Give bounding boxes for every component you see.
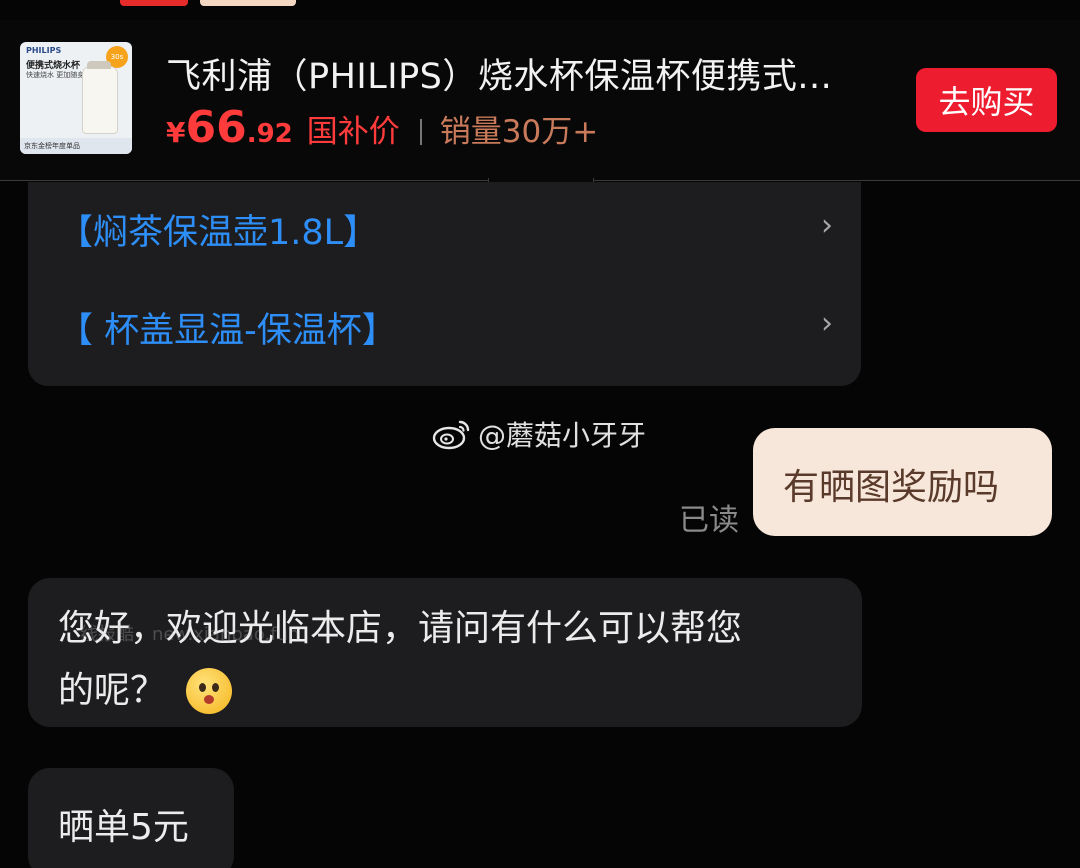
chat-screen: PHILIPS 便携式烧水杯 快速烧水 更加随身 30s 京东金榜年度单品 飞利… [0,0,1080,868]
divider [419,119,422,145]
agent-message-line-2-row: 的呢？ [58,660,834,722]
weibo-icon [432,420,470,450]
agent-message-bubble[interactable]: 晒单5元 [28,768,234,868]
thumbnail-brand: PHILIPS [26,46,62,55]
product-title[interactable]: 飞利浦（PHILIPS）烧水杯保温杯便携式... [166,48,896,99]
price-integer: 66 [185,102,247,153]
buy-button[interactable]: 去购买 [916,68,1057,132]
menu-item-label: 【焖茶保温壶1.8L】 [58,213,379,253]
product-card[interactable]: PHILIPS 便携式烧水杯 快速烧水 更加随身 30s 京东金榜年度单品 飞利… [0,20,1080,181]
agent-message-bubble[interactable]: 您好，欢迎光临本店，请问有什么可以帮您 的呢？ [28,578,862,727]
thumbnail-footer: 京东金榜年度单品 [20,138,132,154]
read-status: 已读 [679,503,739,538]
kettle-cup-image [82,61,118,134]
currency-symbol: ¥ [166,116,186,149]
price-row: ¥ 66 .92 国补价 销量30万+ [166,102,599,153]
top-tag-red [120,0,188,6]
user-message-bubble[interactable]: 有晒图奖励吗 [753,428,1052,536]
chevron-right-icon: › [821,306,833,341]
weibo-watermark: @蘑菇小牙牙 [432,414,646,454]
smile-emoji-icon [186,668,233,714]
menu-item-tea-pot[interactable]: 【焖茶保温壶1.8L】 › [58,196,833,256]
sales-count: 销量30万+ [439,114,599,150]
quick-menu-card: 【焖茶保温壶1.8L】 › 【 杯盖显温-保温杯】 › [28,182,861,386]
chevron-right-icon: › [821,208,833,243]
subsidy-label: 国补价 [306,114,400,150]
product-thumbnail[interactable]: PHILIPS 便携式烧水杯 快速烧水 更加随身 30s 京东金榜年度单品 [20,42,132,154]
top-tag-peach [200,0,296,6]
agent-message-line-2: 的呢？ [58,670,167,711]
faint-watermark: 线报酷，new.xianbao.fun [80,624,300,645]
thumbnail-subline: 快速烧水 更加随身 [26,71,85,79]
menu-item-label: 【 杯盖显温-保温杯】 [58,311,397,351]
menu-item-temp-cup[interactable]: 【 杯盖显温-保温杯】 › [58,294,833,354]
watermark-text: @蘑菇小牙牙 [478,419,647,452]
price-decimal: .92 [246,119,293,149]
